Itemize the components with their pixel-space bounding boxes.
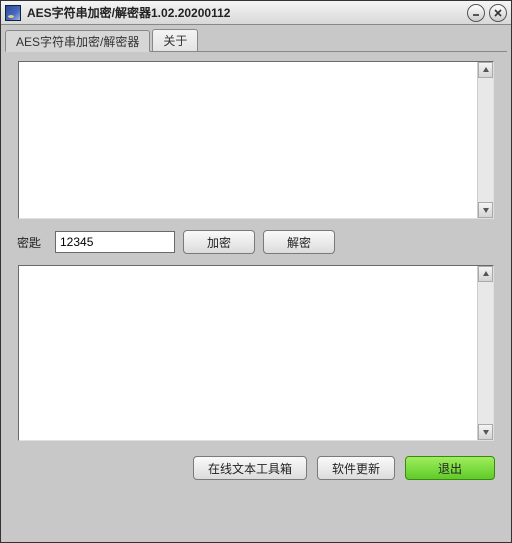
tab-label: AES字符串加密/解密器 [16, 33, 139, 50]
scroll-up-icon[interactable] [478, 62, 493, 78]
online-toolbox-button[interactable]: 在线文本工具箱 [193, 456, 307, 480]
client-area: 密匙 加密 解密 在线文本工具箱 软件更新 [9, 52, 503, 534]
input-scrollbar[interactable] [477, 62, 493, 218]
close-button[interactable] [489, 4, 507, 22]
output-textarea-wrap [17, 264, 495, 442]
app-window: AES字符串加密/解密器1.02.20200112 AES字符串加密/解密器 关… [0, 0, 512, 543]
tab-label: 关于 [163, 32, 187, 49]
tab-strip: AES字符串加密/解密器 关于 [1, 25, 511, 51]
exit-button[interactable]: 退出 [405, 456, 495, 480]
encrypt-button[interactable]: 加密 [183, 230, 255, 254]
key-row: 密匙 加密 解密 [17, 230, 495, 254]
scroll-up-icon[interactable] [478, 266, 493, 282]
minimize-button[interactable] [467, 4, 485, 22]
tab-about[interactable]: 关于 [152, 29, 198, 51]
output-textarea[interactable] [19, 266, 477, 440]
software-update-button[interactable]: 软件更新 [317, 456, 395, 480]
tab-main[interactable]: AES字符串加密/解密器 [5, 30, 150, 52]
scroll-down-icon[interactable] [478, 424, 493, 440]
input-textarea[interactable] [19, 62, 477, 218]
footer: 在线文本工具箱 软件更新 退出 [17, 452, 495, 480]
key-label: 密匙 [17, 234, 47, 251]
input-textarea-wrap [17, 60, 495, 220]
decrypt-button[interactable]: 解密 [263, 230, 335, 254]
window-title: AES字符串加密/解密器1.02.20200112 [27, 4, 463, 21]
scroll-down-icon[interactable] [478, 202, 493, 218]
key-input[interactable] [55, 231, 175, 253]
titlebar: AES字符串加密/解密器1.02.20200112 [1, 1, 511, 25]
app-icon [5, 5, 21, 21]
output-scrollbar[interactable] [477, 266, 493, 440]
